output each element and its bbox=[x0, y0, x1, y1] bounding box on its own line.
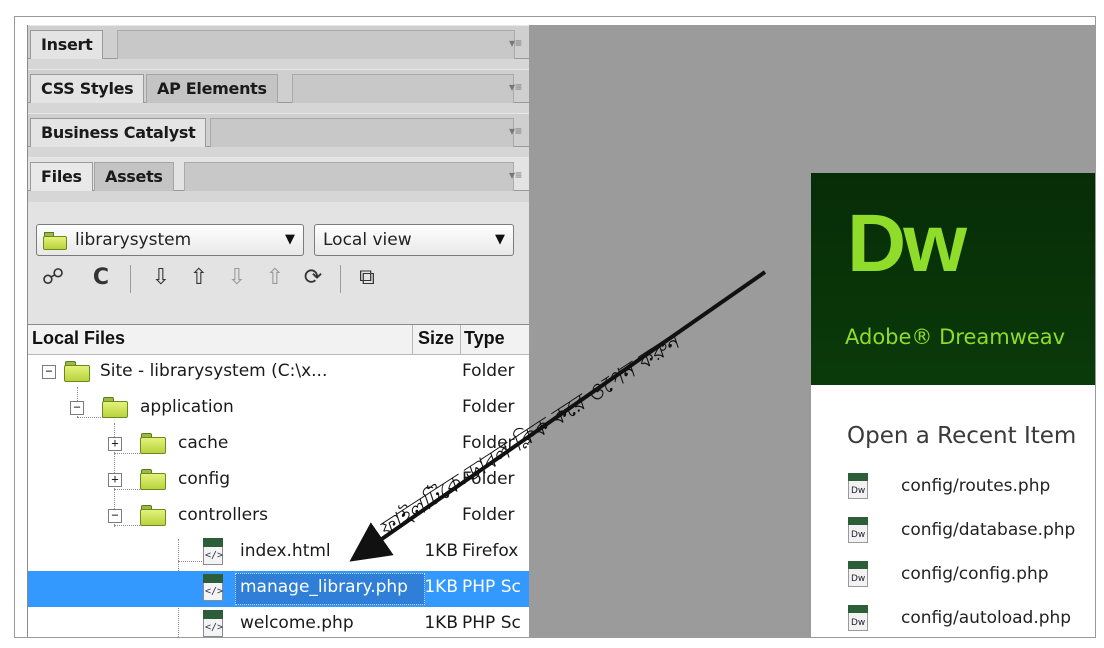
annotation-arrow bbox=[349, 270, 767, 562]
